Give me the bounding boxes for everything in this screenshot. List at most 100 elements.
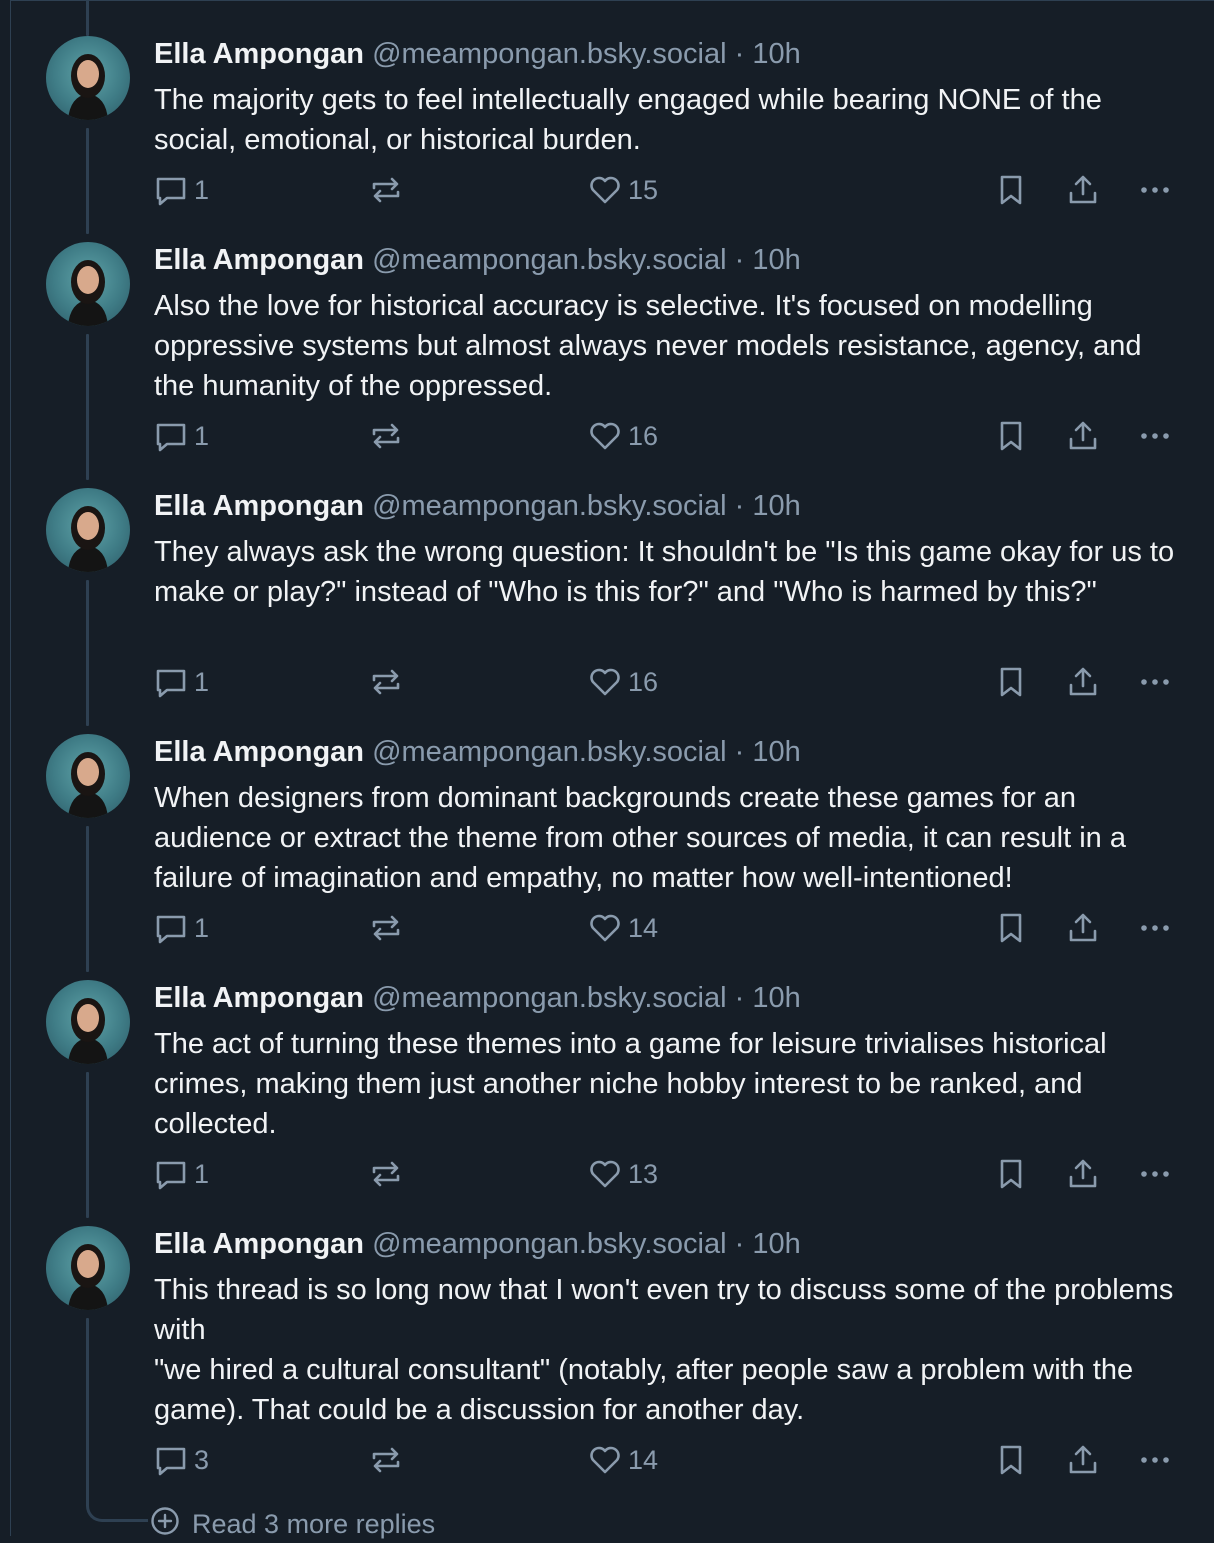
speech-bubble-icon: [154, 911, 188, 945]
reply-count: 1: [194, 1158, 210, 1189]
post-actions: 1 13: [0, 1154, 1214, 1194]
avatar[interactable]: [46, 980, 130, 1064]
post-header: Ella Ampongan @meampongan.bsky.social · …: [154, 488, 801, 528]
post-timestamp[interactable]: · 10h: [735, 244, 801, 276]
bookmark-button[interactable]: [996, 1154, 1026, 1194]
reply-button[interactable]: 3: [154, 1440, 209, 1480]
thread-line: [86, 580, 89, 726]
author-name[interactable]: Ella Ampongan: [154, 38, 364, 70]
post-timestamp[interactable]: · 10h: [735, 982, 801, 1014]
read-more-replies-link[interactable]: Read 3 more replies: [150, 1506, 435, 1543]
speech-bubble-icon: [154, 1157, 188, 1191]
bookmark-button[interactable]: [996, 1440, 1026, 1480]
avatar[interactable]: [46, 242, 130, 326]
like-count: 13: [628, 1158, 659, 1189]
reply-button[interactable]: 1: [154, 416, 209, 456]
repost-button[interactable]: [369, 1154, 403, 1194]
author-name[interactable]: Ella Ampongan: [154, 982, 364, 1014]
post-timestamp[interactable]: · 10h: [735, 38, 801, 70]
reply-button[interactable]: 1: [154, 908, 209, 948]
bookmark-button[interactable]: [996, 908, 1026, 948]
more-options-button[interactable]: [1138, 416, 1172, 456]
like-button[interactable]: 14: [588, 1440, 658, 1480]
repost-button[interactable]: [369, 908, 403, 948]
post-text: This thread is so long now that I won't …: [154, 1274, 1174, 1426]
post-text: The majority gets to feel intellectually…: [154, 84, 1102, 156]
post-timestamp[interactable]: · 10h: [735, 736, 801, 768]
avatar[interactable]: [46, 734, 130, 818]
avatar[interactable]: [46, 488, 130, 572]
share-button[interactable]: [1066, 662, 1100, 702]
repost-arrows-icon: [369, 911, 403, 945]
author-handle[interactable]: @meampongan.bsky.social: [372, 244, 727, 276]
repost-button[interactable]: [369, 416, 403, 456]
repost-arrows-icon: [369, 665, 403, 699]
author-name[interactable]: Ella Ampongan: [154, 490, 364, 522]
more-options-button[interactable]: [1138, 1440, 1172, 1480]
ellipsis-icon: [1138, 665, 1172, 699]
bookmark-button[interactable]: [996, 662, 1026, 702]
post-header: Ella Ampongan @meampongan.bsky.social · …: [154, 734, 801, 774]
share-button[interactable]: [1066, 416, 1100, 456]
share-button[interactable]: [1066, 1440, 1100, 1480]
bookmark-icon: [996, 173, 1026, 207]
heart-icon: [588, 173, 622, 207]
ellipsis-icon: [1138, 419, 1172, 453]
author-name[interactable]: Ella Ampongan: [154, 736, 364, 768]
post-timestamp[interactable]: · 10h: [735, 490, 801, 522]
like-count: 14: [628, 1444, 659, 1475]
post-text: They always ask the wrong question: It s…: [154, 536, 1175, 608]
bookmark-icon: [996, 419, 1026, 453]
speech-bubble-icon: [154, 419, 188, 453]
share-upload-icon: [1066, 419, 1100, 453]
share-upload-icon: [1066, 911, 1100, 945]
author-handle[interactable]: @meampongan.bsky.social: [372, 1228, 727, 1260]
frame-top-border: [10, 0, 1214, 1]
repost-button[interactable]: [369, 170, 403, 210]
reply-count: 1: [194, 420, 210, 451]
heart-icon: [588, 1157, 622, 1191]
post-header: Ella Ampongan @meampongan.bsky.social · …: [154, 36, 801, 76]
ellipsis-icon: [1138, 911, 1172, 945]
more-options-button[interactable]: [1138, 1154, 1172, 1194]
share-button[interactable]: [1066, 1154, 1100, 1194]
post-header: Ella Ampongan @meampongan.bsky.social · …: [154, 242, 801, 282]
bookmark-button[interactable]: [996, 416, 1026, 456]
ellipsis-icon: [1138, 173, 1172, 207]
bookmark-button[interactable]: [996, 170, 1026, 210]
heart-icon: [588, 1443, 622, 1477]
share-button[interactable]: [1066, 170, 1100, 210]
reply-button[interactable]: 1: [154, 170, 209, 210]
thread-line: [86, 0, 89, 36]
author-handle[interactable]: @meampongan.bsky.social: [372, 982, 727, 1014]
speech-bubble-icon: [154, 665, 188, 699]
reply-button[interactable]: 1: [154, 662, 209, 702]
more-options-button[interactable]: [1138, 170, 1172, 210]
share-button[interactable]: [1066, 908, 1100, 948]
more-options-button[interactable]: [1138, 662, 1172, 702]
bookmark-icon: [996, 1157, 1026, 1191]
reply-button[interactable]: 1: [154, 1154, 209, 1194]
avatar[interactable]: [46, 36, 130, 120]
share-upload-icon: [1066, 665, 1100, 699]
like-button[interactable]: 16: [588, 662, 658, 702]
author-name[interactable]: Ella Ampongan: [154, 1228, 364, 1260]
more-options-button[interactable]: [1138, 908, 1172, 948]
author-handle[interactable]: @meampongan.bsky.social: [372, 490, 727, 522]
reply-count: 1: [194, 912, 210, 943]
repost-button[interactable]: [369, 662, 403, 702]
post-actions: 1 14: [0, 908, 1214, 948]
repost-button[interactable]: [369, 1440, 403, 1480]
like-button[interactable]: 16: [588, 416, 658, 456]
like-count: 14: [628, 912, 659, 943]
like-button[interactable]: 15: [588, 170, 658, 210]
share-upload-icon: [1066, 1157, 1100, 1191]
author-handle[interactable]: @meampongan.bsky.social: [372, 38, 727, 70]
author-name[interactable]: Ella Ampongan: [154, 244, 364, 276]
author-handle[interactable]: @meampongan.bsky.social: [372, 736, 727, 768]
like-button[interactable]: 14: [588, 908, 658, 948]
avatar[interactable]: [46, 1226, 130, 1310]
post-timestamp[interactable]: · 10h: [735, 1228, 801, 1260]
share-upload-icon: [1066, 1443, 1100, 1477]
like-button[interactable]: 13: [588, 1154, 658, 1194]
